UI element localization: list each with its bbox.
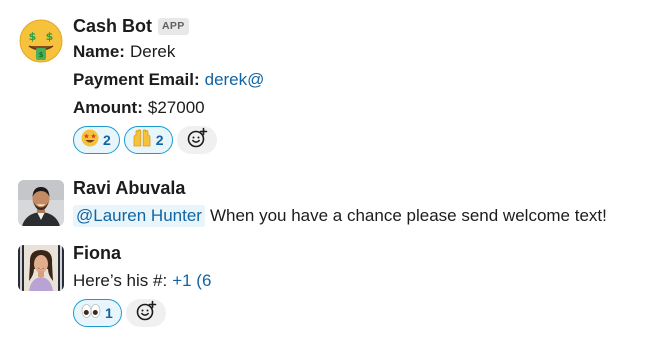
add-emoji-icon [186, 127, 208, 154]
user-photo-fiona[interactable] [18, 245, 64, 291]
name-line: Name: Derek [73, 38, 656, 66]
reaction-count: 2 [155, 132, 164, 148]
add-reaction-button[interactable] [125, 299, 166, 327]
sender-name[interactable]: Ravi Abuvala [73, 178, 185, 199]
amount-value: $27000 [147, 98, 205, 117]
reactions-bar: 2 2 [73, 125, 656, 155]
money-mouth-face-icon[interactable]: $ $ $ [18, 18, 64, 64]
user-photo-ravi[interactable] [18, 180, 64, 226]
email-label: Payment Email: [73, 70, 200, 89]
add-reaction-button[interactable] [176, 126, 217, 154]
email-line: Payment Email: derek@ [73, 66, 656, 94]
user-mention[interactable]: @Lauren Hunter [73, 205, 205, 227]
message-text-line: @Lauren Hunter When you have a chance pl… [73, 202, 656, 230]
svg-text:$: $ [46, 30, 54, 43]
email-link[interactable]: derek@ [205, 70, 265, 90]
add-emoji-icon [135, 300, 157, 327]
message-content: Fiona Here’s his #: +1 (6 1 [73, 241, 656, 328]
sender-name[interactable]: Cash Bot [73, 16, 152, 37]
name-value: Derek [129, 42, 176, 61]
amount-line: Amount: $27000 [73, 94, 656, 122]
svg-text:$: $ [39, 51, 44, 59]
reactions-bar: 1 [73, 298, 656, 328]
reaction-count: 2 [103, 132, 111, 148]
message-content: Cash Bot APP Name: Derek Payment Email: … [73, 14, 656, 155]
app-badge: APP [158, 17, 189, 35]
reaction-raising-hands[interactable]: 2 [123, 126, 173, 154]
star-struck-emoji-icon [81, 129, 99, 152]
eyes-emoji-icon [81, 303, 101, 324]
phone-link[interactable]: +1 (6 [172, 271, 211, 291]
message-text: Here’s his #: [73, 271, 168, 290]
name-label: Name: [73, 42, 125, 61]
message-header: Ravi Abuvala [73, 176, 656, 200]
message-content: Ravi Abuvala @Lauren Hunter When you hav… [73, 176, 656, 230]
reaction-count: 1 [105, 305, 113, 321]
svg-text:$: $ [29, 30, 37, 43]
amount-label: Amount: [73, 98, 143, 117]
raising-hands-emoji-icon [132, 128, 152, 152]
message-header: Cash Bot APP [73, 14, 656, 38]
message-header: Fiona [73, 241, 656, 265]
reaction-eyes[interactable]: 1 [73, 299, 122, 327]
reaction-star-struck[interactable]: 2 [73, 126, 120, 154]
message-text-line: Here’s his #: +1 (6 [73, 267, 656, 295]
sender-name[interactable]: Fiona [73, 243, 121, 264]
message-text: When you have a chance please send welco… [209, 206, 607, 225]
